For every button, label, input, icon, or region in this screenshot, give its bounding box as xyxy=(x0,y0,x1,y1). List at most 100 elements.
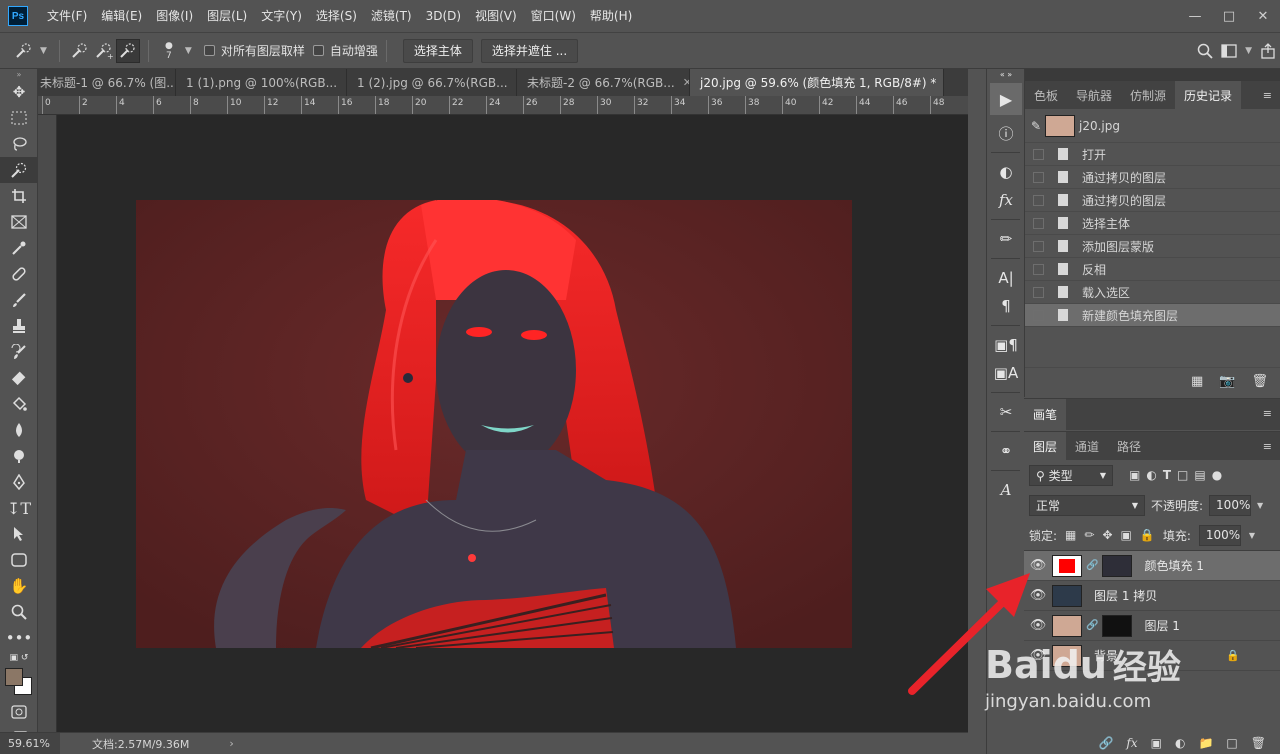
lock-transparent-icon[interactable]: ▦ xyxy=(1065,528,1076,542)
history-state[interactable]: 打开 xyxy=(1025,143,1280,166)
history-brush-source-checkbox[interactable] xyxy=(1033,194,1044,206)
tab-channels[interactable]: 通道 xyxy=(1066,432,1108,460)
smart-object-filter-icon[interactable]: ▤ xyxy=(1194,468,1205,482)
add-to-selection-icon[interactable]: + xyxy=(92,39,116,63)
panel-grip[interactable] xyxy=(1025,69,1280,81)
quick-select-preset-icon[interactable] xyxy=(12,39,36,63)
adjustments-icon[interactable]: ◐ xyxy=(987,158,1025,186)
close-tab-icon[interactable]: ✕ xyxy=(683,76,689,89)
expand-panels-icon[interactable]: « » xyxy=(987,69,1025,79)
maximize-icon[interactable]: □ xyxy=(1212,0,1246,32)
minimize-icon[interactable]: — xyxy=(1178,0,1212,32)
chevron-down-icon[interactable]: ▼ xyxy=(1245,46,1252,56)
history-brush-source-checkbox[interactable] xyxy=(1033,286,1044,298)
menu-edit[interactable]: 编辑(E) xyxy=(94,0,149,32)
chevron-down-icon[interactable]: ▼ xyxy=(40,46,47,56)
layer-mask-thumbnail[interactable] xyxy=(1102,614,1133,637)
options-grip[interactable] xyxy=(2,33,12,68)
blur-tool-icon[interactable] xyxy=(0,417,38,443)
link-icon[interactable]: 🔗 xyxy=(1086,560,1098,571)
actions-play-icon[interactable]: ▶ xyxy=(987,79,1025,119)
menu-file[interactable]: 文件(F) xyxy=(40,0,94,32)
shape-tool-icon[interactable] xyxy=(0,547,38,573)
share-icon[interactable] xyxy=(1256,39,1280,63)
brush-settings-icon[interactable]: ✏ xyxy=(987,225,1025,253)
new-document-from-state-icon[interactable]: ▦ xyxy=(1191,374,1203,389)
checkbox-box[interactable] xyxy=(203,45,215,56)
paragraph-styles-icon[interactable]: ▣¶ xyxy=(987,331,1025,359)
document-size[interactable]: 文档:2.57M/9.36M xyxy=(92,736,189,752)
character-icon[interactable]: A| xyxy=(987,264,1025,292)
tab-navigator[interactable]: 导航器 xyxy=(1067,81,1121,109)
eyedropper-tool-icon[interactable] xyxy=(0,235,38,261)
workspace-icon[interactable] xyxy=(1217,39,1241,63)
lock-artboard-icon[interactable]: ▣ xyxy=(1121,528,1132,542)
panel-menu-icon[interactable]: ≡ xyxy=(1263,89,1272,102)
tab-document-2[interactable]: 1 (1).png @ 100%(RGB...✕ xyxy=(176,69,347,96)
brush-tool-icon[interactable] xyxy=(0,287,38,313)
history-snapshot[interactable]: ✎ j20.jpg xyxy=(1025,109,1280,143)
link-icon[interactable]: 🔗 xyxy=(1086,620,1098,631)
quick-select-tool-icon[interactable] xyxy=(0,157,38,183)
move-tool-icon[interactable]: ✥ xyxy=(0,79,38,105)
history-state[interactable]: 通过拷贝的图层 xyxy=(1025,189,1280,212)
filter-toggle-icon[interactable]: ● xyxy=(1212,468,1222,482)
layer-mask-thumbnail[interactable] xyxy=(1102,554,1133,577)
history-state[interactable]: 添加图层蒙版 xyxy=(1025,235,1280,258)
new-group-icon[interactable]: 📁 xyxy=(1198,736,1213,750)
swap-colors-icon[interactable]: ▣ ↺ xyxy=(0,651,38,665)
link-layers-icon[interactable]: 🔗 xyxy=(1098,736,1113,750)
lock-position-icon[interactable]: ✥ xyxy=(1102,528,1112,542)
history-state[interactable]: 新建颜色填充图层 xyxy=(1025,304,1280,327)
history-brush-source-checkbox[interactable] xyxy=(1033,171,1044,183)
lock-pixels-icon[interactable]: ✏ xyxy=(1084,528,1094,542)
history-brush-source-checkbox[interactable] xyxy=(1033,309,1044,321)
delete-icon[interactable]: 🗑 xyxy=(1251,374,1268,389)
layer-row[interactable]: 👁 图层 1 拷贝 xyxy=(1024,581,1280,611)
panel-collapse-icon[interactable]: » xyxy=(0,69,38,79)
layer-row[interactable]: 👁 🔗 图层 1 xyxy=(1024,611,1280,641)
quick-mask-icon[interactable] xyxy=(0,699,38,725)
new-selection-icon[interactable] xyxy=(68,39,92,63)
history-state[interactable]: 反相 xyxy=(1025,258,1280,281)
paint-bucket-tool-icon[interactable] xyxy=(0,391,38,417)
history-brush-source-checkbox[interactable] xyxy=(1033,148,1044,160)
chevron-down-icon[interactable]: ▼ xyxy=(185,46,192,56)
menu-help[interactable]: 帮助(H) xyxy=(583,0,639,32)
tab-clone-source[interactable]: 仿制源 xyxy=(1121,81,1175,109)
tab-brush[interactable]: 画笔 xyxy=(1024,399,1067,430)
history-brush-source-checkbox[interactable] xyxy=(1033,217,1044,229)
menu-3d[interactable]: 3D(D) xyxy=(419,0,468,32)
eraser-tool-icon[interactable] xyxy=(0,365,38,391)
libraries-icon[interactable]: ⚭ xyxy=(987,437,1025,465)
opacity-input[interactable]: 100% xyxy=(1209,494,1252,516)
chevron-right-icon[interactable]: › xyxy=(229,737,233,750)
search-icon[interactable] xyxy=(1193,39,1217,63)
subtract-selection-icon[interactable] xyxy=(115,38,140,63)
sample-all-layers-checkbox[interactable]: 对所有图层取样 xyxy=(203,42,305,59)
vertical-ruler[interactable] xyxy=(38,115,57,732)
history-brush-tool-icon[interactable] xyxy=(0,339,38,365)
lasso-tool-icon[interactable] xyxy=(0,131,38,157)
tab-history[interactable]: 历史记录 xyxy=(1175,81,1242,109)
crop-tool-icon[interactable] xyxy=(0,183,38,209)
type-tool-icon[interactable]: ↧T xyxy=(0,495,38,521)
dodge-tool-icon[interactable] xyxy=(0,443,38,469)
chevron-down-icon[interactable]: ▼ xyxy=(1249,531,1255,540)
new-adjustment-icon[interactable]: ◐ xyxy=(1175,736,1185,750)
tab-swatches[interactable]: 色板 xyxy=(1025,81,1067,109)
new-layer-icon[interactable]: □ xyxy=(1226,736,1237,750)
menu-type[interactable]: 文字(Y) xyxy=(254,0,309,32)
foreground-color-swatch[interactable] xyxy=(5,668,23,686)
tab-document-4[interactable]: 未标题-2 @ 66.7%(RGB... ✕ xyxy=(517,69,690,96)
menu-view[interactable]: 视图(V) xyxy=(468,0,524,32)
layer-row[interactable]: 👁 🔗 颜色填充 1 xyxy=(1024,551,1280,581)
panel-menu-icon[interactable]: ≡ xyxy=(1263,407,1272,420)
add-mask-icon[interactable]: ▣ xyxy=(1151,736,1162,750)
styles-icon[interactable]: fx xyxy=(987,186,1025,214)
info-icon[interactable]: ⓘ xyxy=(987,119,1025,147)
layer-style-icon[interactable]: fx xyxy=(1126,736,1137,750)
horizontal-ruler[interactable]: 0 2 4 6 8 10 12 14 16 18 20 22 24 26 28 30 32 34 36 38 40 42 4… xyxy=(38,96,968,115)
zoom-tool-icon[interactable] xyxy=(0,599,38,625)
tab-document-3[interactable]: 1 (2).jpg @ 66.7%(RGB...✕ xyxy=(347,69,517,96)
